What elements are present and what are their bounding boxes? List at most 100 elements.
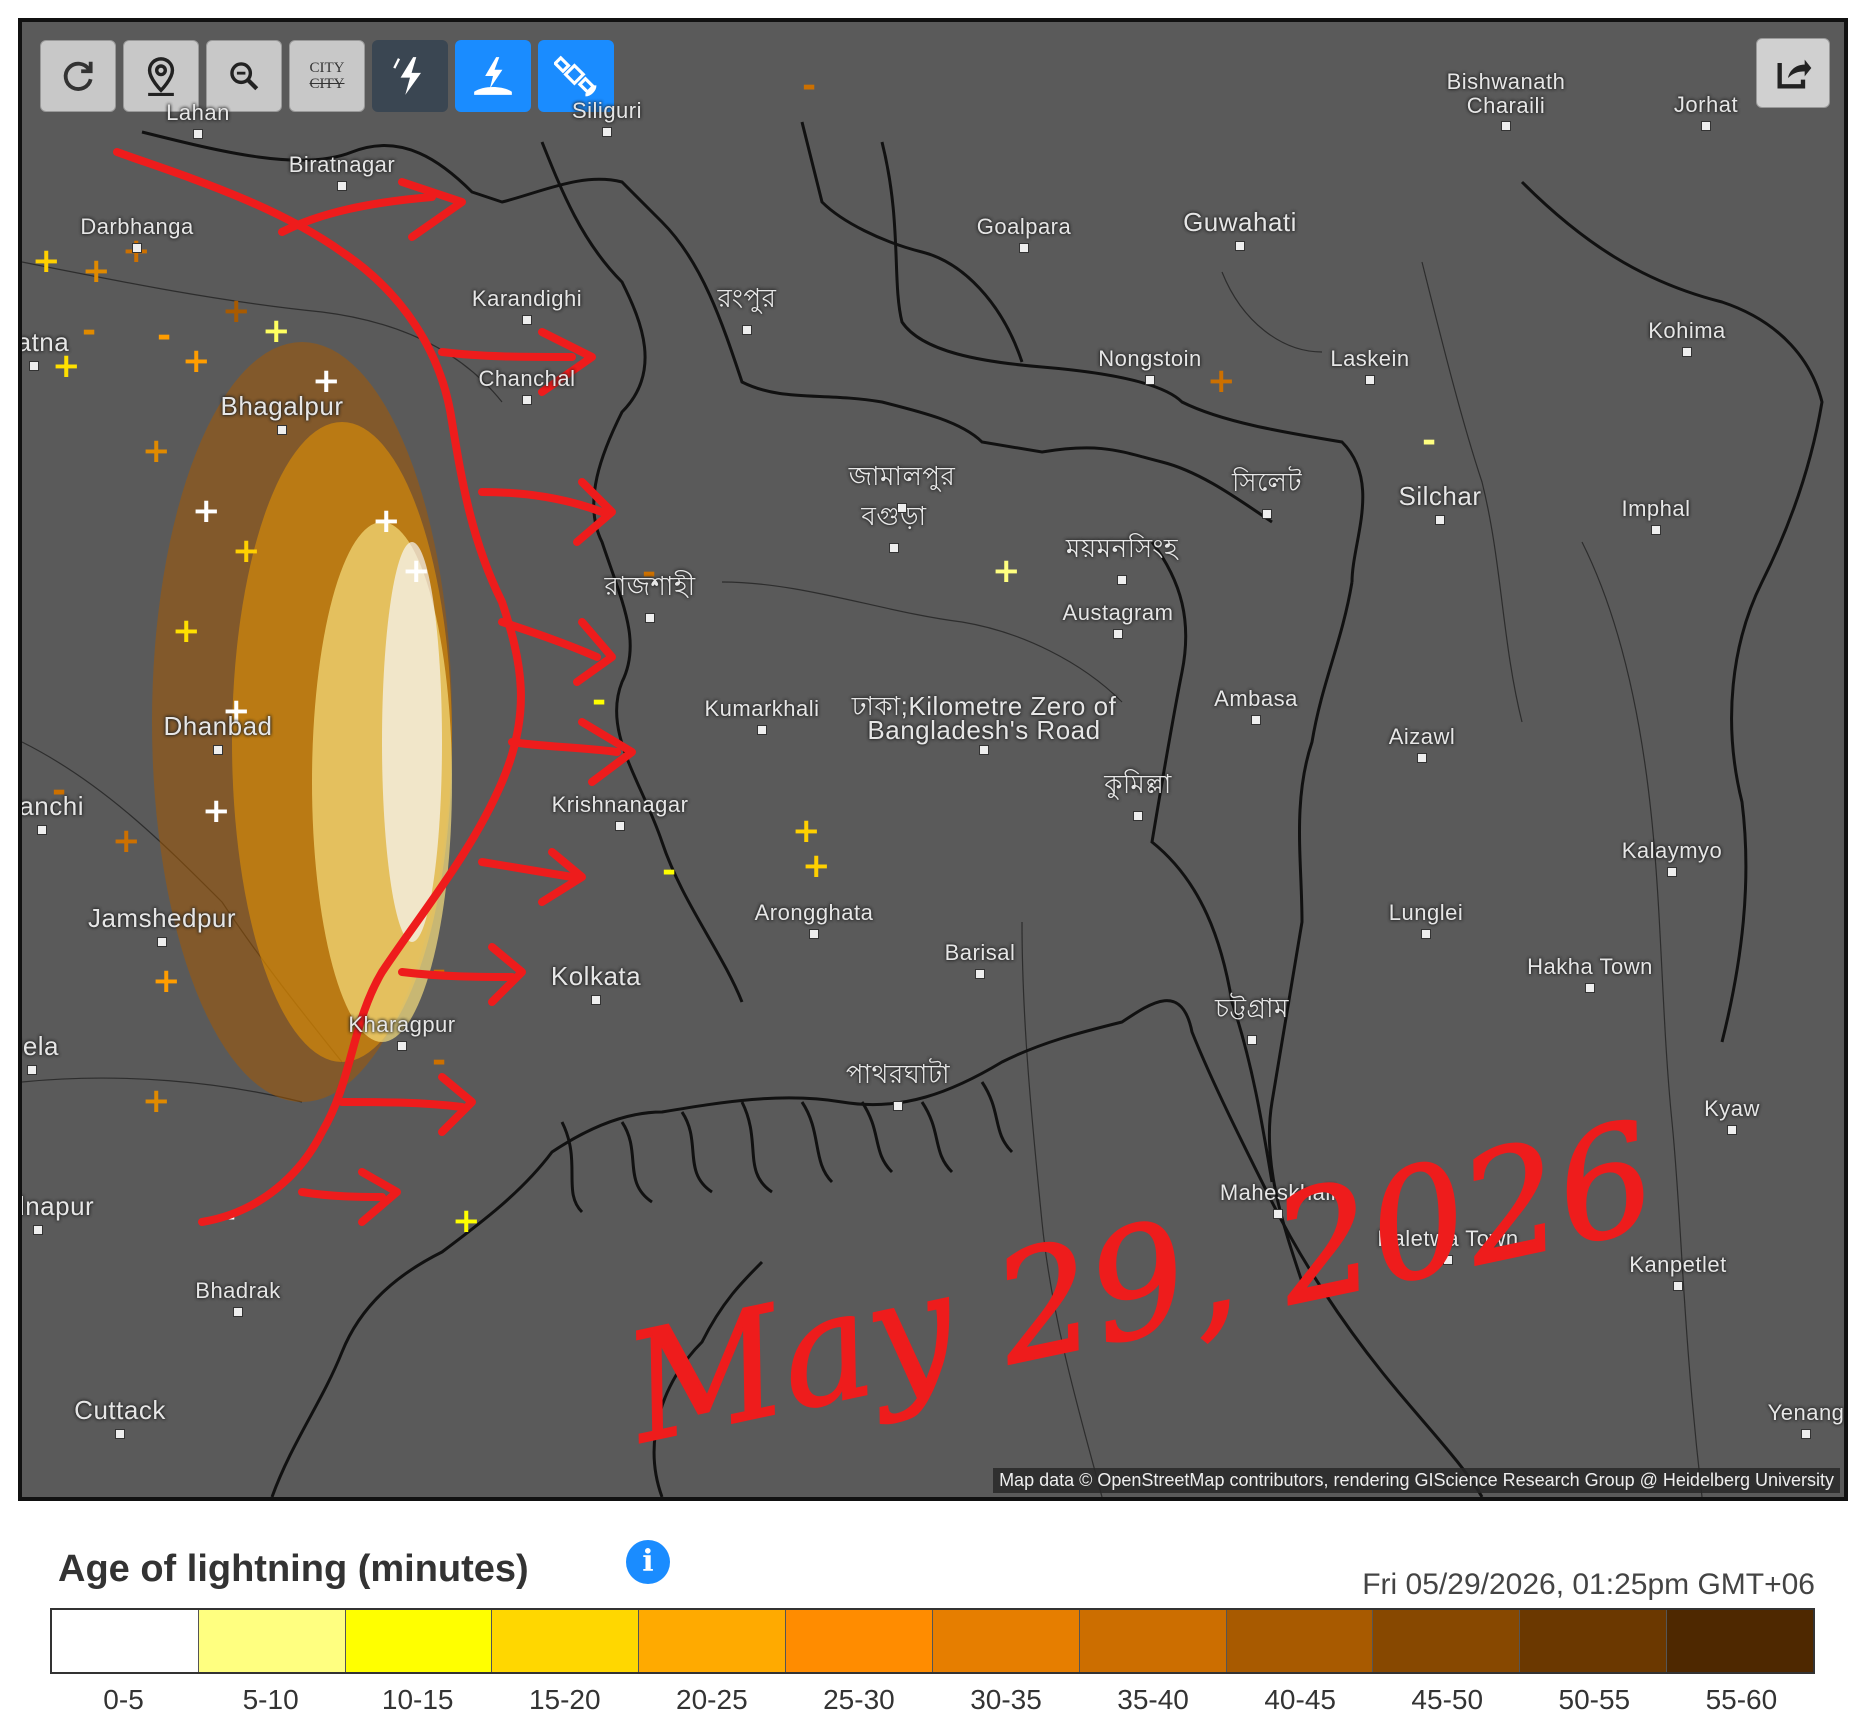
movement-arrow xyxy=(298,1168,401,1226)
city-marker xyxy=(1435,515,1445,525)
city-marker xyxy=(889,543,899,553)
strike-marker: + xyxy=(192,491,221,531)
ground-strike-icon xyxy=(474,57,512,95)
city-label: Arongghata xyxy=(754,900,874,925)
city-label: Goalpara xyxy=(976,214,1072,239)
city-label: Dhanbad xyxy=(163,711,273,741)
ground-strike-button[interactable] xyxy=(455,40,531,112)
border-line xyxy=(1520,180,1824,1043)
strike-marker: + xyxy=(202,791,231,831)
strike-marker: + xyxy=(152,961,181,1001)
movement-arrow xyxy=(478,478,616,546)
scale-label: 5-10 xyxy=(242,1684,299,1715)
city-label-bottom: CITY xyxy=(309,76,345,92)
scale-labels: 0-5 5-10 10-15 15-20 20-25 25-30 30-35 3… xyxy=(50,1684,1815,1716)
map-basemap: + + + + + + + + + + + + + + + + + + + + xyxy=(22,66,1824,1497)
city-label: Yenang xyxy=(1767,1400,1845,1425)
strike-marker: + xyxy=(232,531,261,571)
city-label: পাথরঘাটা xyxy=(845,1059,951,1089)
city-labels-button[interactable]: CITY CITY xyxy=(289,40,365,112)
city-marker xyxy=(193,129,203,139)
map-toolbar: CITY CITY xyxy=(40,40,614,112)
strike-marker: + xyxy=(142,431,171,471)
city-marker xyxy=(1273,1209,1283,1219)
city-label: Patna xyxy=(18,327,70,357)
city-marker xyxy=(893,1101,903,1111)
share-button[interactable] xyxy=(1756,38,1830,108)
city-marker xyxy=(37,825,47,835)
city-label: Biratnagar xyxy=(288,152,396,177)
refresh-button[interactable] xyxy=(40,40,116,112)
city-marker xyxy=(1673,1281,1683,1291)
strike-marker: + xyxy=(182,341,211,381)
city-label: Imphal xyxy=(1621,496,1691,521)
lightning-strikes: + + + + + + + + + + + + + + + + + + + + xyxy=(32,66,1436,1241)
info-icon[interactable]: i xyxy=(626,1540,670,1584)
map-attribution: Map data © OpenStreetMap contributors, r… xyxy=(993,1468,1840,1493)
city-label: Kharagpur xyxy=(348,1012,456,1037)
state-border xyxy=(1221,271,1323,353)
movement-arrow xyxy=(508,718,636,786)
city-label: Kohima xyxy=(1648,318,1726,343)
city-label: সিলেট xyxy=(1231,467,1303,497)
city-marker xyxy=(1019,243,1029,253)
border-line xyxy=(652,1260,764,1497)
strike-marker: - xyxy=(1422,421,1436,461)
city-marker xyxy=(897,503,907,513)
city-label: Kolkata xyxy=(550,961,642,991)
city-marker xyxy=(602,127,612,137)
strike-marker: - xyxy=(802,66,816,106)
city-marker xyxy=(757,725,767,735)
city-label: Austagram xyxy=(1062,600,1174,625)
city-marker xyxy=(1501,121,1511,131)
city-label: চট্টগ্রাম xyxy=(1215,993,1289,1023)
strike-marker: + xyxy=(452,1201,481,1241)
city-marker xyxy=(233,1307,243,1317)
city-label: Aizawl xyxy=(1388,724,1456,749)
scale-label: 0-5 xyxy=(103,1684,144,1715)
city-marker xyxy=(979,745,989,755)
lightning-mode-button[interactable] xyxy=(372,40,448,112)
city-label: Cuttack xyxy=(74,1395,166,1425)
state-border xyxy=(1581,541,1703,1497)
scale-label: 45-50 xyxy=(1411,1684,1484,1715)
scale-bin xyxy=(492,1610,640,1672)
scale-label: 35-40 xyxy=(1117,1684,1189,1715)
age-color-scale xyxy=(50,1608,1815,1674)
city-label: Ambasa xyxy=(1214,686,1298,711)
lightning-map[interactable]: + + + + + + + + + + + + + + + + + + + + xyxy=(18,18,1848,1501)
movement-arrow xyxy=(338,1073,476,1136)
city-marker xyxy=(522,395,532,405)
city-label: Kalaymyo xyxy=(1621,838,1723,863)
scale-bin xyxy=(1667,1610,1813,1672)
city-marker xyxy=(397,1041,407,1051)
city-label: রাজশাহী xyxy=(604,571,696,601)
strike-marker: - xyxy=(592,681,606,721)
city-marker xyxy=(1117,575,1127,585)
city-marker xyxy=(975,969,985,979)
border-line xyxy=(1150,541,1274,1183)
city-label: Hakha Town xyxy=(1527,954,1653,979)
city-marker xyxy=(29,361,39,371)
city-marker xyxy=(1651,525,1661,535)
city-label: Silchar xyxy=(1398,481,1482,511)
scale-bin xyxy=(639,1610,787,1672)
city-label: Bhagalpur xyxy=(220,391,344,421)
city-marker xyxy=(809,929,819,939)
city-label: Paletwa Town xyxy=(1377,1226,1519,1251)
city-marker xyxy=(1235,241,1245,251)
city-label: Ranchi xyxy=(19,791,84,821)
strike-marker: + xyxy=(372,501,401,541)
strike-marker: - xyxy=(157,316,171,356)
city-marker xyxy=(1417,753,1427,763)
city-label: Barisal xyxy=(944,940,1016,965)
scale-bin xyxy=(345,1610,493,1672)
strike-marker: + xyxy=(172,611,201,651)
strike-marker: + xyxy=(32,241,61,281)
scale-label: 10-15 xyxy=(381,1684,454,1715)
city-marker xyxy=(1365,375,1375,385)
city-label: কুমিল্লা xyxy=(1104,769,1172,799)
city-marker xyxy=(1701,121,1711,131)
movement-arrow xyxy=(478,848,586,906)
city-label: Bela xyxy=(22,1031,60,1061)
